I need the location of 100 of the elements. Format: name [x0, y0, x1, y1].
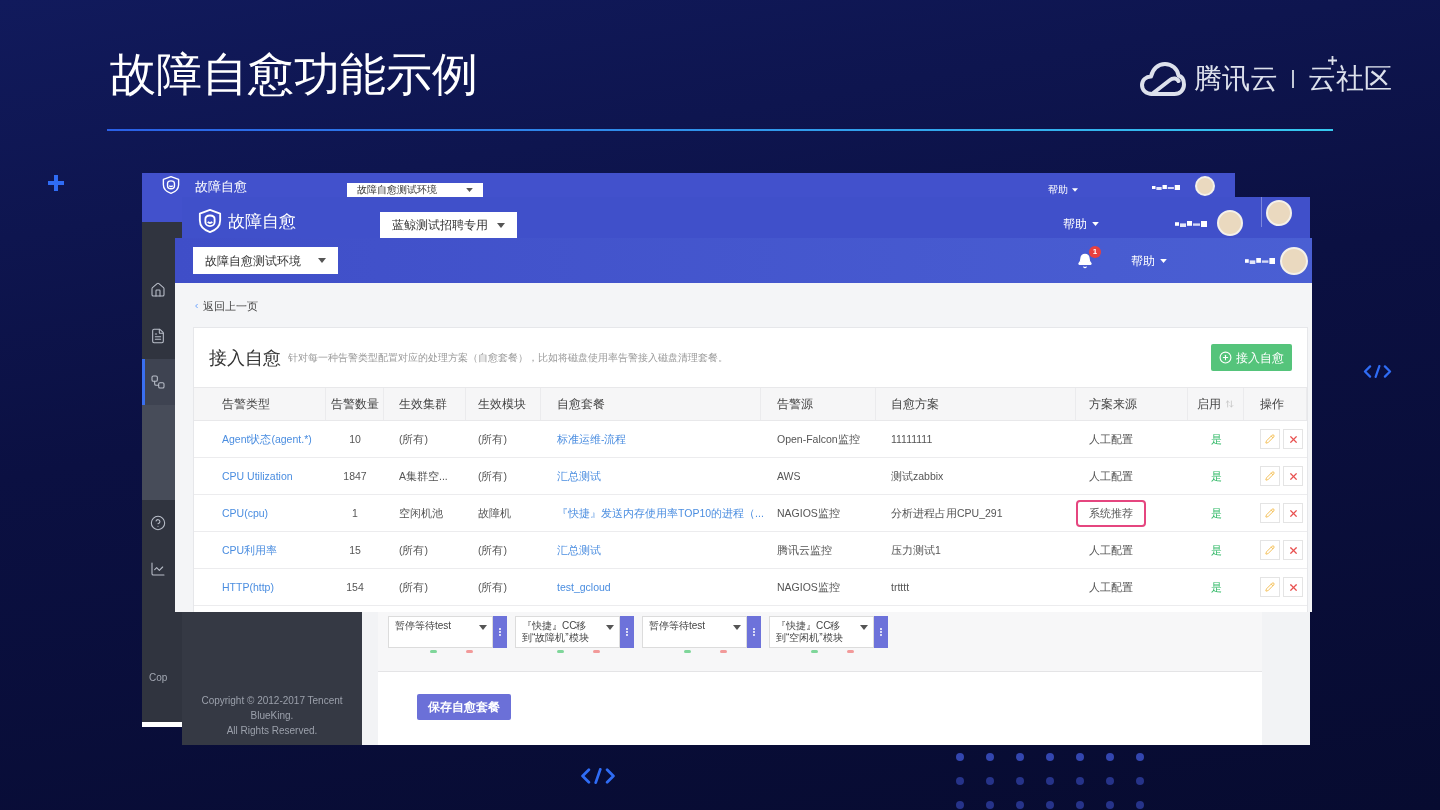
cluster-text: A集群空... [399, 469, 448, 483]
caret-icon [1160, 258, 1167, 263]
cluster-text: (所有) [399, 543, 428, 557]
alert-type-link[interactable]: HTTP(http) [222, 580, 274, 594]
alert-count: 1847 [343, 469, 367, 483]
more-button[interactable] [747, 616, 761, 648]
module-text: (所有) [478, 469, 507, 483]
notification-badge: 1 [1089, 245, 1101, 258]
column-header: 操作 [1260, 397, 1284, 411]
port-marker-icon [593, 650, 600, 653]
module-text: (所有) [478, 432, 507, 446]
plan-origin-label: 人工配置 [1089, 580, 1133, 594]
package-link[interactable]: 汇总测试 [557, 469, 601, 483]
caret-icon [466, 188, 473, 192]
alert-source-text: 腾讯云监控 [777, 543, 832, 557]
alert-source-text: NAGIOS监控 [777, 580, 840, 594]
copyright-text: Cop [148, 672, 169, 684]
delete-button[interactable] [1283, 503, 1303, 523]
column-header: 自愈套餐 [557, 397, 605, 411]
step-select[interactable]: 暂停等待test [642, 616, 747, 648]
alert-count: 1 [352, 506, 358, 520]
notification-bell-icon[interactable] [1077, 252, 1093, 269]
workflow-icon [150, 374, 166, 390]
app-name: 故障自愈 [228, 212, 296, 232]
delete-button[interactable] [1283, 466, 1303, 486]
alert-type-link[interactable]: CPU(cpu) [222, 506, 269, 520]
close-icon [1287, 581, 1299, 593]
column-header: 生效模块 [478, 397, 526, 411]
step-select[interactable]: 『快捷』CC移 到“空闲机”模块 [769, 616, 874, 648]
pencil-icon [1265, 508, 1275, 518]
enabled-text: 是 [1210, 432, 1222, 446]
delete-button[interactable] [1283, 429, 1303, 449]
back-link[interactable]: 返回上一页 [193, 299, 258, 313]
pencil-icon [1265, 582, 1275, 592]
business-select[interactable]: 故障自愈测试环境 [193, 247, 338, 274]
alert-type-link[interactable]: CPU Utilization [222, 469, 293, 483]
plan-origin-label: 人工配置 [1089, 543, 1133, 557]
enabled-text: 是 [1210, 469, 1222, 483]
document-icon [150, 328, 166, 344]
column-header: 告警数量 [330, 397, 379, 411]
package-link[interactable]: test_gcloud [557, 580, 611, 594]
pencil-icon [1265, 471, 1275, 481]
plan-text: 11111111 [891, 432, 933, 446]
community-name: 云社区 [1308, 65, 1392, 93]
avatar-icon[interactable] [1280, 246, 1308, 275]
plan-origin-label: 人工配置 [1089, 469, 1133, 483]
port-marker-icon [557, 650, 564, 653]
port-marker-icon [720, 650, 727, 653]
more-button[interactable] [620, 616, 634, 648]
add-button[interactable]: 接入自愈 [1211, 344, 1292, 371]
column-header: 启用 [1197, 397, 1221, 411]
pixelated-name-icon [1152, 185, 1180, 190]
avatar-icon[interactable] [1266, 200, 1292, 226]
save-button[interactable]: 保存自愈套餐 [417, 694, 511, 720]
port-marker-icon [684, 650, 691, 653]
enabled-text: 是 [1210, 580, 1222, 594]
alert-type-link[interactable]: CPU利用率 [222, 543, 278, 557]
plus-circle-icon [1219, 351, 1232, 364]
module-text: (所有) [478, 543, 507, 557]
chevron-left-icon [193, 301, 200, 311]
enabled-text: 是 [1210, 506, 1222, 520]
sidebar-item[interactable] [142, 359, 175, 405]
shield-logo-icon [198, 209, 222, 233]
code-icon [580, 768, 616, 784]
avatar-icon[interactable] [1217, 210, 1243, 236]
business-select[interactable]: 故障自愈测试环境 [347, 183, 483, 197]
delete-button[interactable] [1283, 540, 1303, 560]
alert-count: 10 [349, 432, 361, 446]
more-button[interactable] [874, 616, 888, 648]
package-link[interactable]: 汇总测试 [557, 543, 601, 557]
package-link[interactable]: 标准运维-流程 [557, 432, 627, 446]
step-select[interactable]: 暂停等待test [388, 616, 493, 648]
alert-type-link[interactable]: Agent状态(agent.*) [222, 432, 312, 446]
business-select[interactable]: 蓝鲸测试招聘专用 [380, 212, 517, 238]
close-icon [1287, 544, 1299, 556]
plus-icon [1328, 56, 1337, 65]
alert-count: 154 [346, 580, 364, 594]
close-icon [1287, 507, 1299, 519]
cluster-text: (所有) [399, 580, 428, 594]
delete-button[interactable] [1283, 577, 1303, 597]
brand-name: 腾讯云 [1194, 64, 1278, 94]
shield-logo-icon [162, 176, 180, 194]
alert-source-text: Open-Falcon监控 [777, 432, 860, 446]
plan-text: 分析进程占用CPU_291 [891, 506, 1003, 520]
plan-text: 压力测试1 [891, 543, 941, 557]
home-icon [150, 282, 166, 298]
line-chart-icon [150, 561, 166, 577]
package-link[interactable]: 『快捷』发送内存使用率TOP10的进程（... [557, 506, 764, 520]
plan-origin-label: 人工配置 [1089, 432, 1133, 446]
step-select[interactable]: 『快捷』CC移 到“故障机”模块 [515, 616, 620, 648]
help-menu[interactable]: 帮助 [1131, 253, 1167, 268]
more-button[interactable] [493, 616, 507, 648]
help-menu[interactable]: 帮助 [1063, 217, 1099, 231]
avatar-icon[interactable] [1195, 176, 1215, 196]
port-marker-icon [430, 650, 437, 653]
help-icon [150, 515, 166, 531]
help-menu[interactable]: 帮助 [1048, 184, 1078, 196]
pencil-icon [1265, 434, 1275, 444]
plan-text: trtttt [891, 580, 910, 594]
caret-icon [479, 625, 487, 630]
